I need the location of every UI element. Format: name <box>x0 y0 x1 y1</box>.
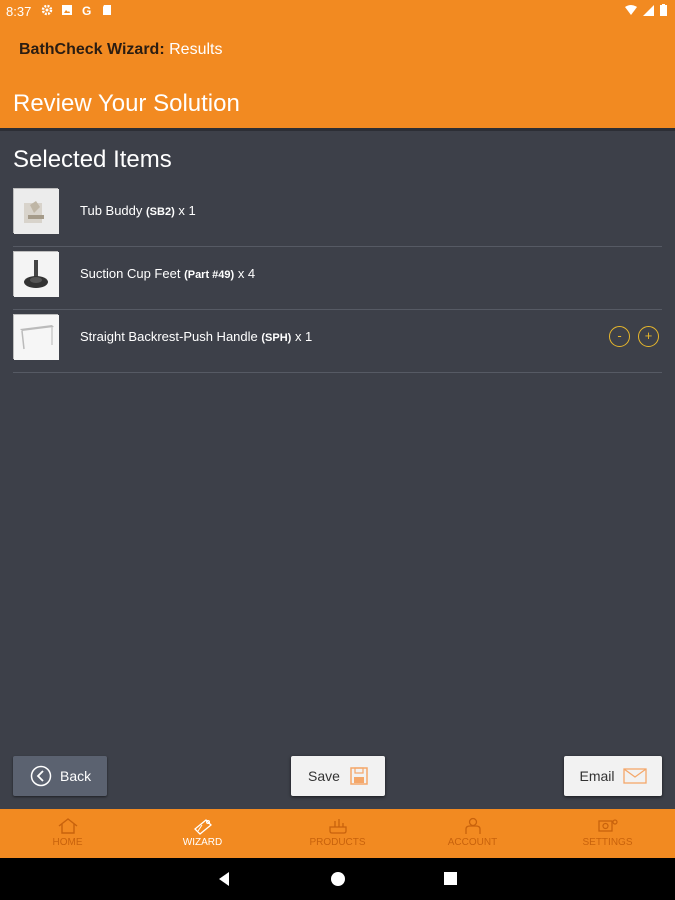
item-name: Tub Buddy <box>80 203 147 218</box>
tub-buddy-image <box>14 189 59 234</box>
item-qty: x 4 <box>234 266 256 281</box>
backrest-handle-image <box>14 315 59 360</box>
list-item[interactable]: Tub Buddy (SB2) x 1 <box>13 184 662 247</box>
floppy-disk-icon <box>350 767 368 785</box>
envelope-icon <box>622 768 647 784</box>
item-name: Straight Backrest-Push Handle <box>80 329 262 344</box>
item-code: (SB2) <box>146 206 175 218</box>
account-icon <box>464 817 481 834</box>
header-divider <box>0 128 675 131</box>
app-name: BathCheck Wizard: <box>19 41 165 58</box>
decrease-quantity-button[interactable]: - <box>609 326 630 347</box>
settings-icon <box>597 819 618 832</box>
item-label: Straight Backrest-Push Handle (SPH) x 1 <box>80 329 312 344</box>
gear-icon <box>41 4 53 16</box>
battery-icon <box>660 4 667 16</box>
status-bar: 8:37 G <box>0 0 675 22</box>
sd-card-icon <box>103 5 111 15</box>
nav-home[interactable]: HOME <box>0 809 135 858</box>
list-item[interactable]: Suction Cup Feet (Part #49) x 4 <box>13 247 662 310</box>
increase-quantity-button[interactable]: + <box>638 326 659 347</box>
recents-square-icon[interactable] <box>443 871 458 886</box>
signal-icon <box>643 4 654 16</box>
nav-products[interactable]: PRODUCTS <box>270 809 405 858</box>
wizard-icon <box>193 819 212 835</box>
save-button[interactable]: Save <box>291 756 385 796</box>
item-thumbnail <box>13 188 59 234</box>
back-button-label: Back <box>60 768 92 784</box>
nav-wizard-label: WIZARD <box>182 837 223 848</box>
nav-account-label: ACCOUNT <box>447 837 498 848</box>
suction-cup-feet-image <box>14 252 59 297</box>
list-item[interactable]: Straight Backrest-Push Handle (SPH) x 1 … <box>13 310 662 373</box>
page-heading: Review Your Solution <box>13 90 240 117</box>
svg-text:G: G <box>82 4 91 16</box>
nav-account[interactable]: ACCOUNT <box>405 809 540 858</box>
item-code: (Part #49) <box>184 269 235 281</box>
status-icons: G <box>41 4 113 16</box>
email-button-label: Email <box>579 768 615 784</box>
back-triangle-icon[interactable] <box>216 871 232 887</box>
item-thumbnail <box>13 314 59 360</box>
item-code: (SPH) <box>261 332 292 344</box>
nav-products-label: PRODUCTS <box>309 837 366 848</box>
bottom-navigation: HOME WIZARD PRODUCTS ACCOUNT SETTINGS <box>0 809 675 858</box>
wifi-icon <box>625 5 637 15</box>
item-label: Suction Cup Feet (Part #49) x 4 <box>80 266 255 281</box>
email-button[interactable]: Email <box>564 756 662 796</box>
nav-settings[interactable]: SETTINGS <box>540 809 675 858</box>
status-time: 8:37 <box>6 4 32 19</box>
home-circle-icon[interactable] <box>330 871 346 887</box>
item-thumbnail <box>13 251 59 297</box>
save-button-label: Save <box>308 768 340 784</box>
google-icon: G <box>82 4 91 16</box>
chevron-left-circle-icon <box>30 765 52 787</box>
item-qty: x 1 <box>291 329 313 344</box>
app-subtitle: Results <box>169 41 223 58</box>
photo-icon <box>62 5 72 15</box>
status-right-icons <box>625 4 667 16</box>
nav-wizard[interactable]: WIZARD <box>135 809 270 858</box>
nav-home-label: HOME <box>52 837 83 848</box>
quantity-controls: - + <box>609 326 659 347</box>
app-title: BathCheck Wizard: Results <box>19 41 222 59</box>
products-icon <box>328 819 347 834</box>
nav-settings-label: SETTINGS <box>582 837 633 848</box>
back-button[interactable]: Back <box>13 756 107 796</box>
item-name: Suction Cup Feet <box>80 266 185 281</box>
selected-items-list: Tub Buddy (SB2) x 1 Suction Cup Feet (Pa… <box>13 184 662 373</box>
system-navigation-bar <box>0 858 675 900</box>
home-icon <box>58 818 77 834</box>
section-title: Selected Items <box>13 146 172 173</box>
item-label: Tub Buddy (SB2) x 1 <box>80 203 196 218</box>
app-header: BathCheck Wizard: Results Review Your So… <box>0 22 675 128</box>
item-qty: x 1 <box>174 203 196 218</box>
